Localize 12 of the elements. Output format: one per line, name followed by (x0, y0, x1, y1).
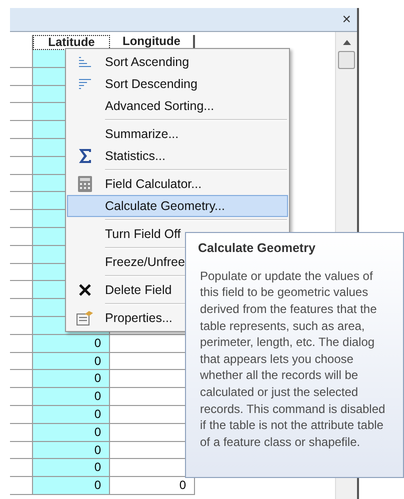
table-cell: 0 (33, 406, 110, 424)
tooltip-text: Populate or update the values of this field to be geometric values derived from the features that the table represents, such as area, perimeter, length, etc. The dialog that appears lets you choose whether all the records will be calculated or just the selected records. This command is disabled if the table is not the attribute table of a feature class or shapefile. (199, 268, 386, 450)
table-cell: 0 (33, 459, 110, 478)
table-cell: 0 (33, 334, 110, 353)
table-cell: 0 (33, 370, 110, 388)
table-cell: 0 (33, 442, 110, 460)
table-cell: 0 (33, 477, 110, 495)
table-cell: 0 (110, 477, 195, 495)
table-cell: 0 (33, 388, 110, 406)
table-cell: 0 (33, 424, 110, 442)
tooltip-title: Calculate Geometry (198, 240, 316, 257)
table-cell: 0 (33, 352, 110, 370)
